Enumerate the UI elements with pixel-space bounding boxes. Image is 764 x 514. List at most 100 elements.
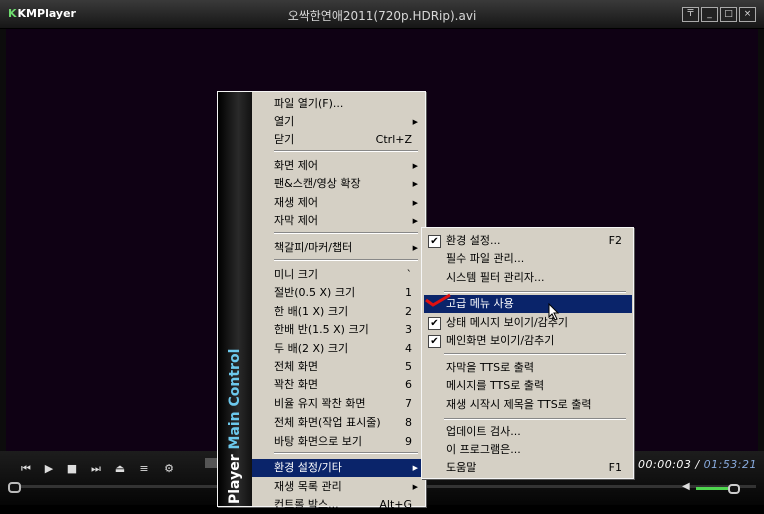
next-icon[interactable]: ⏭ [87, 460, 105, 478]
main-menu-item[interactable]: 절반(0.5 X) 크기 1 [252, 284, 424, 302]
menu-item-label: 바탕 화면으로 보기 [274, 435, 362, 448]
menu-item-shortcut: Alt+G [379, 498, 412, 511]
main-menu-item[interactable]: 미니 크기 ` [252, 266, 424, 284]
submenu-item-label: 재생 시작시 제목을 TTS로 출력 [446, 398, 592, 411]
close-button[interactable]: × [739, 7, 756, 22]
checkbox-icon[interactable]: ✔ [428, 317, 441, 330]
menu-item-shortcut: 7 [405, 397, 412, 410]
submenu-item[interactable]: 자막을 TTS로 출력 [424, 359, 632, 377]
main-menu-item[interactable]: 화면 제어 ▶ [252, 157, 424, 175]
menu-item-shortcut: 2 [405, 305, 412, 318]
main-menu-item[interactable]: 책갈피/마커/챕터 ▶ [252, 239, 424, 257]
sidebar-prefix: Player [227, 454, 243, 504]
main-menu-item[interactable]: 비율 유지 꽉찬 화면 7 [252, 395, 424, 413]
menu-item-shortcut: 8 [405, 416, 412, 429]
submenu-item-label: 고급 메뉴 사용 [446, 297, 514, 310]
main-menu-item[interactable]: 전체 화면(작업 표시줄) 8 [252, 414, 424, 432]
menu-sidebar: Player Main Control [218, 92, 252, 506]
main-menu-item[interactable]: 파일 열기(F)... [252, 95, 424, 113]
eject-icon[interactable]: ⏏ [111, 460, 129, 478]
submenu-item[interactable]: 재생 시작시 제목을 TTS로 출력 [424, 396, 632, 414]
play-icon[interactable]: ▶ [40, 460, 58, 478]
volume-slider[interactable] [696, 487, 730, 490]
submenu-item[interactable]: 업데이트 검사... [424, 423, 632, 441]
submenu-item[interactable]: 시스템 필터 관리자... [424, 269, 632, 287]
time-display: 00:00:03 / 01:53:21 [638, 458, 757, 471]
main-menu-item[interactable]: 자막 제어 ▶ [252, 212, 424, 230]
pin-button[interactable]: 〒 [682, 7, 699, 22]
submenu-item[interactable]: 필수 파일 관리... [424, 250, 632, 268]
submenu-item[interactable]: 도움말 F1 [424, 459, 632, 477]
submenu-item[interactable]: ✔ 환경 설정... F2 [424, 232, 632, 250]
main-menu-item[interactable]: 두 배(2 X) 크기 4 [252, 340, 424, 358]
red-check-mark-icon [425, 293, 451, 307]
menu-item-label: 재생 제어 [274, 196, 318, 209]
main-menu-item[interactable]: 한 배(1 X) 크기 2 [252, 303, 424, 321]
time-total: 01:53:21 [703, 458, 758, 471]
main-menu-item[interactable]: 바탕 화면으로 보기 9 [252, 433, 424, 451]
speaker-icon[interactable]: ◀ [682, 481, 690, 492]
mouse-cursor-icon [548, 303, 560, 321]
menu-item-shortcut: ` [406, 268, 413, 281]
submenu-item[interactable]: 메시지를 TTS로 출력 [424, 377, 632, 395]
main-menu-item[interactable]: 재생 목록 관리 ▶ [252, 478, 424, 496]
submenu-arrow-icon: ▶ [412, 217, 418, 225]
volume-thumb[interactable] [728, 484, 740, 494]
checkbox-icon[interactable]: ✔ [428, 235, 441, 248]
settings-icon[interactable]: ⚙ [160, 460, 178, 478]
checkbox-icon[interactable]: ✔ [428, 335, 441, 348]
menu-item-label: 팬&스캔/영상 확장 [274, 177, 361, 190]
menu-item-label: 열기 [274, 115, 295, 128]
submenu-item-label: 자막을 TTS로 출력 [446, 361, 534, 374]
menu-item-label: 미니 크기 [274, 268, 318, 281]
main-menu-item[interactable]: 닫기 Ctrl+Z [252, 131, 424, 149]
time-current: 00:00:03 [638, 458, 692, 471]
main-menu-item[interactable]: 열기 ▶ [252, 113, 424, 131]
submenu-item-label: 업데이트 검사... [446, 425, 521, 438]
submenu-item-label: 이 프로그램은... [446, 443, 521, 456]
stop-icon[interactable]: ■ [63, 460, 81, 478]
minimize-button[interactable]: _ [701, 7, 718, 22]
submenu-item[interactable]: 이 프로그램은... [424, 441, 632, 459]
playlist-icon[interactable]: ≡ [135, 460, 153, 478]
menu-item-shortcut: Ctrl+Z [375, 133, 412, 146]
menu-separator [274, 259, 418, 261]
maximize-button[interactable]: □ [720, 7, 737, 22]
submenu-item-label: 필수 파일 관리... [446, 252, 525, 265]
main-menu-item[interactable]: 환경 설정/기타 ▶ [252, 459, 424, 477]
main-menu-item[interactable]: 꽉찬 화면 6 [252, 376, 424, 394]
submenu-item[interactable]: ✔ 상태 메시지 보이기/감추기 [424, 314, 632, 332]
main-menu-item[interactable]: 재생 제어 ▶ [252, 194, 424, 212]
menu-item-label: 한 배(1 X) 크기 [274, 305, 349, 318]
submenu-item[interactable]: ✔ 메인화면 보이기/감추기 [424, 332, 632, 350]
submenu-item-label: 시스템 필터 관리자... [446, 271, 545, 284]
menu-separator [444, 353, 626, 355]
menu-item-label: 재생 목록 관리 [274, 480, 342, 493]
main-menu-item[interactable]: 전체 화면 5 [252, 358, 424, 376]
title-bar[interactable]: KKMPlayer 오싹한연애2011(720p.HDRip).avi 〒 _ … [0, 0, 764, 29]
main-menu-item[interactable]: 한배 반(1.5 X) 크기 3 [252, 321, 424, 339]
seek-thumb[interactable] [8, 482, 21, 493]
menu-separator [274, 452, 418, 454]
menu-item-label: 화면 제어 [274, 159, 318, 172]
menu-item-shortcut: 4 [405, 342, 412, 355]
submenu-item[interactable]: 고급 메뉴 사용 [424, 295, 632, 313]
submenu-arrow-icon: ▶ [412, 180, 418, 188]
sidebar-label: Player Main Control [227, 349, 243, 504]
submenu-item-shortcut: F1 [608, 461, 622, 474]
submenu-item-label: 메시지를 TTS로 출력 [446, 379, 545, 392]
submenu-item-label: 메인화면 보이기/감추기 [446, 334, 555, 347]
menu-item-label: 책갈피/마커/챕터 [274, 241, 353, 254]
submenu-item-label: 환경 설정... [446, 234, 501, 247]
main-menu-item[interactable]: 컨트롤 박스... Alt+G [252, 496, 424, 514]
sidebar-title: Main Control [227, 348, 243, 450]
menu-item-label: 파일 열기(F)... [274, 97, 344, 110]
submenu-arrow-icon: ▶ [412, 483, 418, 491]
menu-item-label: 전체 화면(작업 표시줄) [274, 416, 381, 429]
submenu-arrow-icon: ▶ [412, 118, 418, 126]
menu-item-label: 컨트롤 박스... [274, 498, 339, 511]
submenu-arrow-icon: ▶ [412, 199, 418, 207]
submenu-arrow-icon: ▶ [412, 244, 418, 252]
prev-icon[interactable]: ⏮ [17, 460, 35, 478]
main-menu-item[interactable]: 팬&스캔/영상 확장 ▶ [252, 175, 424, 193]
